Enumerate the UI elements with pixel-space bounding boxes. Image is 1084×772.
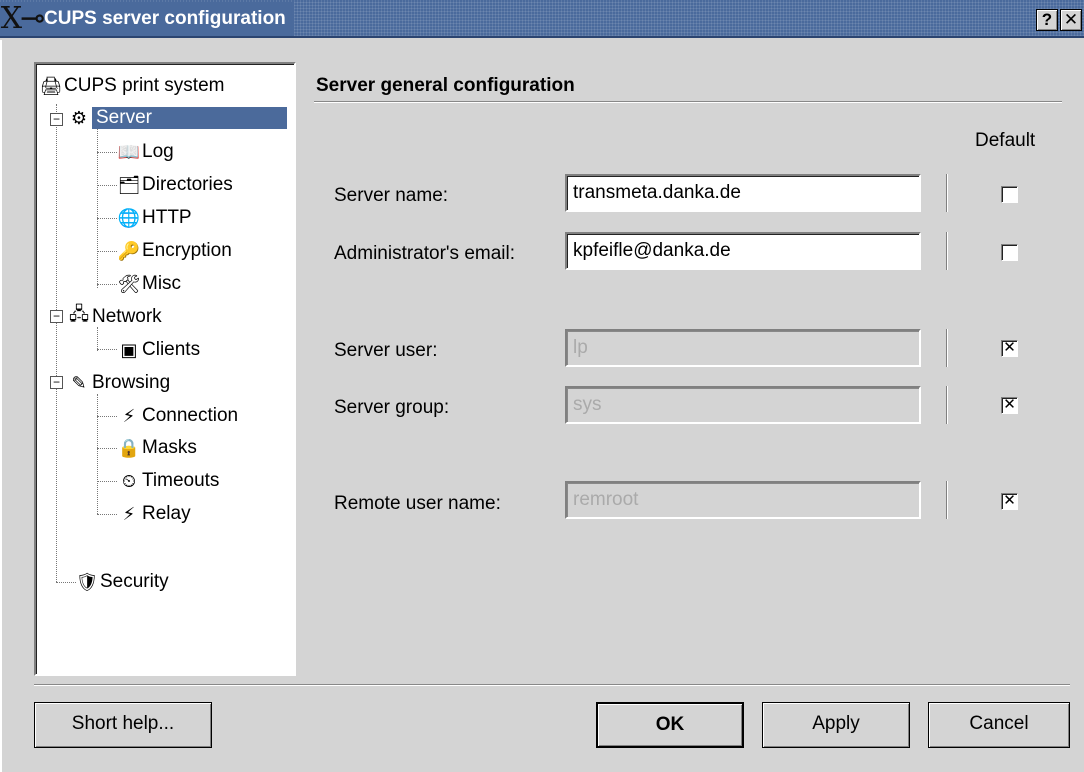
remote-user-name-field: remroot: [565, 481, 921, 519]
tree-item-label: Relay: [142, 503, 191, 524]
lock-icon: 🔒: [117, 437, 141, 458]
title-left: X⊸ CUPS server configuration: [0, 2, 294, 36]
tree-item-directories[interactable]: 🗂 Directories: [118, 169, 233, 201]
section-title: Server general configuration: [316, 75, 575, 96]
help-button[interactable]: ?: [1036, 9, 1058, 31]
printer-icon: 🖨: [39, 75, 63, 96]
tree-item-label: Server: [92, 107, 287, 129]
tree-item-http[interactable]: 🌐 HTTP: [118, 202, 192, 234]
timer-icon: ⏲: [121, 470, 137, 491]
tree-item-label: HTTP: [142, 207, 192, 228]
row-separator: [946, 329, 948, 367]
window-title: CUPS server configuration: [44, 8, 286, 29]
title-bar[interactable]: X⊸ CUPS server configuration ? ✕: [0, 0, 1084, 38]
tree-item-network[interactable]: 🖧 Network: [68, 301, 162, 333]
tree-item-masks[interactable]: 🔒 Masks: [118, 432, 197, 464]
connection-icon: ⚡: [122, 405, 136, 426]
tree-item-relay[interactable]: ⚡ Relay: [118, 498, 191, 530]
directories-icon: 🗂: [117, 174, 141, 195]
admin-email-field[interactable]: kpfeifle@danka.de: [565, 232, 921, 270]
tree-item-server[interactable]: ⚙ Server: [68, 102, 287, 134]
row-separator: [946, 174, 948, 212]
server-group-field: sys: [565, 386, 921, 424]
network-icon: 🖧: [68, 304, 90, 324]
server-name-field[interactable]: transmeta.danka.de: [565, 174, 921, 212]
tree-item-label: Security: [100, 571, 169, 592]
globe-icon: 🌐: [117, 207, 141, 228]
config-tree[interactable]: − − − 🖨 CUPS print system ⚙ Server 📖 Log…: [34, 62, 296, 676]
server-collapse-toggle[interactable]: −: [50, 113, 63, 126]
browsing-collapse-toggle[interactable]: −: [50, 376, 63, 389]
apply-button[interactable]: Apply: [762, 702, 910, 748]
tree-item-label: Misc: [142, 273, 182, 294]
tree-item-label: Directories: [142, 174, 233, 195]
tree-item-label: Masks: [142, 437, 197, 458]
admin-email-default-checkbox[interactable]: [1001, 244, 1018, 261]
server-name-label: Server name:: [334, 185, 449, 206]
admin-email-label: Administrator's email:: [334, 243, 516, 264]
browsing-icon: ✎: [71, 372, 87, 393]
server-icon: ⚙: [70, 107, 88, 128]
tree-item-browsing[interactable]: ✎ Browsing: [68, 367, 170, 399]
ok-button[interactable]: OK: [596, 702, 744, 748]
server-group-default-checkbox[interactable]: [1001, 397, 1018, 414]
default-column-header: Default: [975, 130, 1036, 151]
tree-item-connection[interactable]: ⚡ Connection: [118, 400, 238, 432]
tree-item-security[interactable]: 🛡 Security: [76, 566, 169, 598]
tree-item-timeouts[interactable]: ⏲ Timeouts: [118, 465, 219, 497]
remote-user-name-label: Remote user name:: [334, 493, 501, 514]
tree-item-label: Log: [142, 141, 174, 162]
tree-item-label: Timeouts: [142, 470, 220, 491]
relay-icon: ⚡: [122, 503, 136, 524]
tree-root-label: CUPS print system: [64, 75, 225, 96]
log-icon: 📖: [117, 141, 141, 162]
section-divider: [314, 101, 1062, 103]
tree-item-misc[interactable]: 🛠 Misc: [118, 268, 181, 300]
server-group-label: Server group:: [334, 397, 450, 418]
tree-item-clients[interactable]: ▣ Clients: [118, 334, 200, 366]
monitor-icon: ▣: [120, 339, 138, 360]
tree-item-encryption[interactable]: 🔑 Encryption: [118, 235, 232, 267]
tree-root-cups[interactable]: 🖨 CUPS print system: [39, 70, 225, 102]
server-user-field: lp: [565, 329, 921, 367]
network-collapse-toggle[interactable]: −: [50, 310, 63, 323]
tree-item-log[interactable]: 📖 Log: [118, 136, 174, 168]
cancel-button[interactable]: Cancel: [928, 702, 1070, 748]
tree-item-label: Browsing: [92, 372, 171, 393]
tools-icon: 🛠: [117, 273, 141, 294]
row-separator: [946, 232, 948, 270]
remote-user-name-default-checkbox[interactable]: [1001, 493, 1018, 510]
server-user-default-checkbox[interactable]: [1001, 340, 1018, 357]
tree-item-label: Network: [92, 306, 162, 327]
security-icon: 🛡: [75, 571, 99, 592]
bottom-divider: [34, 684, 1070, 686]
key-icon: 🔑: [117, 240, 141, 261]
row-separator: [946, 481, 948, 519]
tree-item-label: Connection: [142, 405, 239, 426]
close-button[interactable]: ✕: [1060, 9, 1082, 31]
tree-item-label: Encryption: [142, 240, 232, 261]
tree-item-label: Clients: [142, 339, 201, 360]
server-user-label: Server user:: [334, 340, 438, 361]
short-help-button[interactable]: Short help...: [34, 702, 212, 748]
row-separator: [946, 386, 948, 424]
server-name-default-checkbox[interactable]: [1001, 186, 1018, 203]
x-window-menu-icon[interactable]: X⊸: [0, 2, 46, 36]
